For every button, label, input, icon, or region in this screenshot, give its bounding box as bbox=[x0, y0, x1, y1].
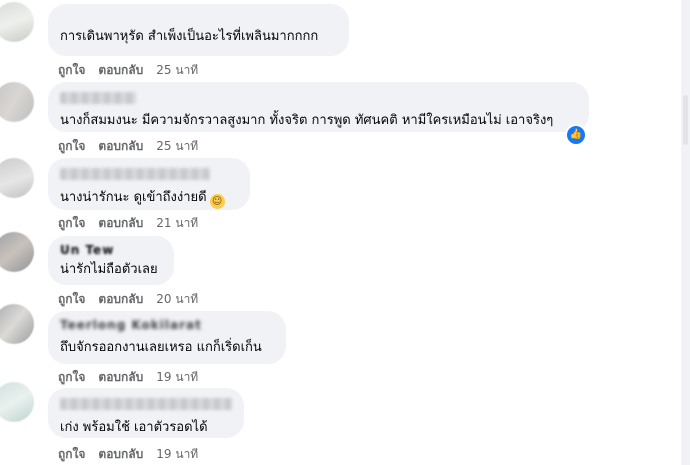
reply-link[interactable]: ตอบกลับ bbox=[98, 63, 143, 77]
commenter-name[interactable]: Un Tew bbox=[60, 243, 162, 258]
avatar[interactable] bbox=[0, 2, 34, 42]
reply-link[interactable]: ตอบกลับ bbox=[98, 447, 143, 461]
timestamp[interactable]: 25 นาที bbox=[156, 139, 198, 153]
timestamp[interactable]: 25 นาที bbox=[156, 63, 198, 77]
comment-actions: ถูกใจ ตอบกลับ 20 นาที bbox=[58, 290, 211, 309]
comment-text: นางก็สมมงนะ มีความจักรวาลสูงมาก ทั้งจริต… bbox=[60, 113, 554, 128]
smiling-face-emoji-icon: ☺ bbox=[209, 194, 225, 209]
avatar[interactable] bbox=[0, 82, 34, 122]
commenter-name[interactable] bbox=[60, 168, 210, 180]
reply-link[interactable]: ตอบกลับ bbox=[98, 292, 143, 306]
comment-actions: ถูกใจ ตอบกลับ 25 นาที bbox=[58, 61, 211, 80]
comment-bubble: Un Tew น่ารักไม่ถือตัวเลย bbox=[48, 236, 174, 285]
commenter-name[interactable] bbox=[60, 398, 232, 410]
like-link[interactable]: ถูกใจ bbox=[58, 447, 85, 461]
comment-bubble: นางก็สมมงนะ มีความจักรวาลสูงมาก ทั้งจริต… bbox=[48, 82, 589, 132]
timestamp[interactable]: 19 นาที bbox=[156, 447, 198, 461]
comment-bubble: การเดินพาหุรัด สำเพ็งเป็นอะไรที่เพลินมาก… bbox=[48, 4, 349, 56]
comment-bubble: Teerlong Kokilarat ถึบจักรออกงานเลยเหรอ … bbox=[48, 311, 286, 364]
timestamp[interactable]: 20 นาที bbox=[156, 292, 198, 306]
comment-text: น่ารักไม่ถือตัวเลย bbox=[60, 262, 158, 277]
comment-actions: ถูกใจ ตอบกลับ 19 นาที bbox=[58, 368, 211, 387]
avatar[interactable] bbox=[0, 158, 34, 198]
comment-text: การเดินพาหุรัด สำเพ็งเป็นอะไรที่เพลินมาก… bbox=[60, 29, 319, 44]
reply-link[interactable]: ตอบกลับ bbox=[98, 139, 143, 153]
like-icon[interactable]: 👍 bbox=[565, 124, 587, 146]
scrollbar[interactable] bbox=[681, 0, 690, 465]
comment-actions: ถูกใจ ตอบกลับ 21 นาที bbox=[58, 214, 211, 233]
like-link[interactable]: ถูกใจ bbox=[58, 216, 85, 230]
like-link[interactable]: ถูกใจ bbox=[58, 139, 85, 153]
avatar[interactable] bbox=[0, 382, 34, 422]
comment-actions: ถูกใจ ตอบกลับ 19 นาที bbox=[58, 445, 211, 464]
timestamp[interactable]: 19 นาที bbox=[156, 370, 198, 384]
comment-text-content: นางน่ารักนะ ดูเข้าถึงง่ายดี bbox=[60, 190, 207, 205]
timestamp[interactable]: 21 นาที bbox=[156, 216, 198, 230]
avatar[interactable] bbox=[0, 232, 34, 272]
comment-bubble: เก่ง พร้อมใช้ เอาตัวรอดได้ bbox=[48, 388, 244, 438]
commenter-name[interactable]: Teerlong Kokilarat bbox=[60, 318, 274, 333]
like-link[interactable]: ถูกใจ bbox=[58, 63, 85, 77]
like-link[interactable]: ถูกใจ bbox=[58, 292, 85, 306]
comment-actions: ถูกใจ ตอบกลับ 25 นาที bbox=[58, 137, 211, 156]
commenter-name[interactable] bbox=[60, 92, 136, 104]
comment-text: ถึบจักรออกงานเลยเหรอ แกก็เริ่ดเก็น bbox=[60, 340, 262, 355]
reply-link[interactable]: ตอบกลับ bbox=[98, 216, 143, 230]
comment-text: เก่ง พร้อมใช้ เอาตัวรอดได้ bbox=[60, 420, 208, 435]
like-link[interactable]: ถูกใจ bbox=[58, 370, 85, 384]
commenter-name[interactable] bbox=[60, 11, 337, 26]
reply-link[interactable]: ตอบกลับ bbox=[98, 370, 143, 384]
avatar[interactable] bbox=[0, 304, 34, 344]
comment-text: นางน่ารักนะ ดูเข้าถึงง่ายดี ☺ bbox=[60, 189, 238, 209]
comment-bubble: นางน่ารักนะ ดูเข้าถึงง่ายดี ☺ bbox=[48, 158, 250, 210]
